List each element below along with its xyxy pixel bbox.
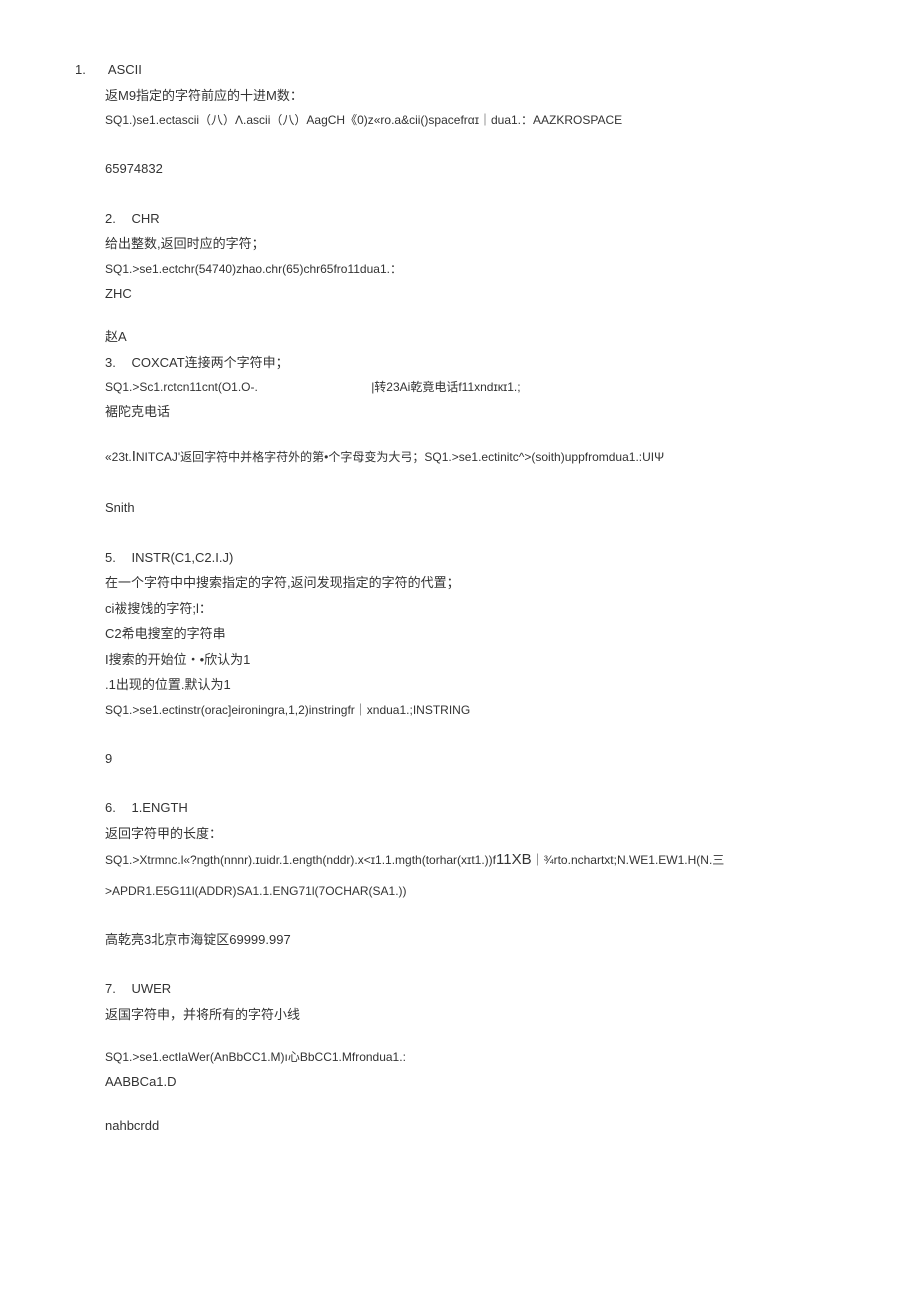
section-4-result: Snith bbox=[105, 498, 845, 518]
section-1-sql: SQ1.)se1.ectascii（八）Λ.ascii（八）AagCH《0)z«… bbox=[105, 111, 845, 129]
section-7-result2: nahbcrdd bbox=[105, 1116, 845, 1136]
section-4-line: «23t.ΙNITCAJ'返回字符中并格字苻外的第•个字母变为大弓；SQ1.>s… bbox=[105, 446, 845, 469]
section-7-result1: AABBCa1.D bbox=[105, 1072, 845, 1092]
section-5-number: 5. bbox=[105, 550, 116, 565]
section-5-desc2: ci袚搜饯的字符;l： bbox=[105, 599, 845, 619]
section-7-header: 7. UWER bbox=[105, 979, 845, 999]
section-6-sql1: SQ1.>Xtrmnc.l«?ngth(nnnr).ɪuidr.1.ength(… bbox=[105, 849, 845, 872]
section-3-sql: SQ1.>Sc1.rctcn11cnt(O1.O-. |转23Ai乾竟电话f11… bbox=[105, 378, 845, 396]
section-1-desc: 返M9指定的字符前应的十进M数： bbox=[105, 86, 845, 106]
section-6-result: 高乾亮3北京市海锭区69999.997 bbox=[105, 930, 845, 950]
section-2-result1: ZHC bbox=[105, 284, 845, 304]
section-6-number: 6. bbox=[105, 800, 116, 815]
section-5-result: 9 bbox=[105, 749, 845, 769]
section-3-number: 3. bbox=[105, 355, 116, 370]
section-3-sql-right: |转23Ai乾竟电话f11xndɪкɪ1.; bbox=[371, 380, 520, 394]
section-2-result2: 赵A bbox=[105, 327, 845, 347]
section-5-desc4: I搜索的开始位・•欣认为1 bbox=[105, 650, 845, 670]
section-2-number: 2. bbox=[105, 211, 116, 226]
section-2-desc: 给出整数,返回时应的字符； bbox=[105, 234, 845, 254]
section-6-header: 6. 1.ENGTH bbox=[105, 798, 845, 818]
section-6-sql2: >APDR1.E5G11l(ADDR)SA1.1.ENG71l(7OCHAR(S… bbox=[105, 882, 845, 900]
section-6-sql1-text: SQ1.>Xtrmnc.l«?ngth(nnnr).ɪuidr.1.ength(… bbox=[105, 853, 724, 867]
section-3-title: COXCAT连接两个字符申； bbox=[131, 355, 288, 370]
section-5-sql: SQ1.>se1.ectinstr(orac]eironingra,1,2)in… bbox=[105, 701, 845, 719]
section-2-title: CHR bbox=[131, 211, 159, 226]
section-1-number: 1. bbox=[75, 60, 105, 80]
section-1-title: ASCII bbox=[108, 62, 142, 77]
section-6-title: 1.ENGTH bbox=[131, 800, 187, 815]
section-3-result: 裾陀克电话 bbox=[105, 402, 845, 422]
section-2-header: 2. CHR bbox=[105, 209, 845, 229]
section-6-desc: 返回字符甲的长度： bbox=[105, 824, 845, 844]
section-7-title: UWER bbox=[131, 981, 171, 996]
section-7-desc: 返国字符申，并将所有的字符小线 bbox=[105, 1005, 845, 1025]
section-5-desc5: .1出现的位置.默认为1 bbox=[105, 675, 845, 695]
section-5-desc1: 在一个字符中中搜索指定的字符,返问发现指定的字符的代置； bbox=[105, 573, 845, 593]
section-5-desc3: C2希电搜室的字符串 bbox=[105, 624, 845, 644]
section-7-number: 7. bbox=[105, 981, 116, 996]
section-5-title: INSTR(C1,C2.I.J) bbox=[131, 550, 233, 565]
section-4-text: «23t.ΙNITCAJ'返回字符中并格字苻外的第•个字母变为大弓；SQ1.>s… bbox=[105, 450, 664, 464]
section-1-result: 65974832 bbox=[105, 159, 845, 179]
section-3-sql-left: SQ1.>Sc1.rctcn11cnt(O1.O-. bbox=[105, 380, 258, 394]
section-5-header: 5. INSTR(C1,C2.I.J) bbox=[105, 548, 845, 568]
section-3-header: 3. COXCAT连接两个字符申； bbox=[105, 353, 845, 373]
section-2-sql: SQ1.>se1.ectchr(54740)zhao.chr(65)chr65f… bbox=[105, 260, 845, 278]
section-1-header: 1. ASCII bbox=[75, 60, 845, 80]
section-7-sql: SQ1.>se1.ectIaWer(AnBbCC1.M)ı心BbCC1.Mfro… bbox=[105, 1048, 845, 1066]
